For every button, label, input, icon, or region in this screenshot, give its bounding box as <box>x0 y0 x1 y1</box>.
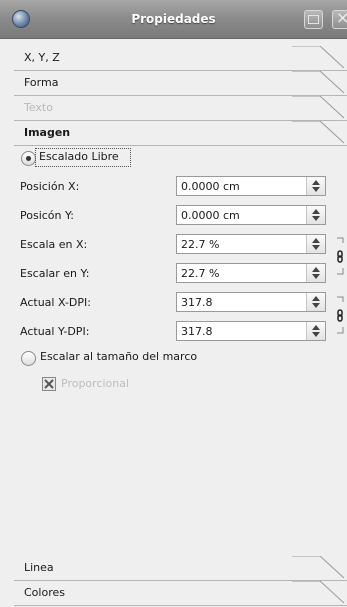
scale-x-value[interactable]: 22.7 % <box>181 238 219 251</box>
section-forma[interactable]: Forma <box>14 71 347 96</box>
section-forma-label: Forma <box>24 76 59 89</box>
pos-x-label: Posición X: <box>20 180 80 193</box>
fold-tab-icon <box>292 121 347 145</box>
spin-arrows-icon[interactable] <box>306 264 325 282</box>
section-xyz-label: X, Y, Z <box>24 51 60 64</box>
proportional-checkbox[interactable] <box>42 377 56 391</box>
dpi-x-label: Actual X-DPI: <box>20 296 91 309</box>
pos-x-value[interactable]: 0.0000 cm <box>181 180 240 193</box>
pos-y-label: Posicón Y: <box>20 209 74 222</box>
section-colores-label: Colores <box>24 586 65 599</box>
dpi-y-spinbox[interactable]: 317.8 <box>176 321 326 341</box>
section-texto: Texto <box>14 96 347 121</box>
dpi-y-label: Actual Y-DPI: <box>20 325 90 338</box>
dpi-y-value[interactable]: 317.8 <box>181 325 213 338</box>
spin-arrows-icon[interactable] <box>306 235 325 253</box>
dpi-x-spinbox[interactable]: 317.8 <box>176 292 326 312</box>
section-imagen[interactable]: Imagen <box>14 121 347 146</box>
section-imagen-label: Imagen <box>24 126 71 139</box>
free-scaling-label[interactable]: Escalado Libre <box>39 150 119 163</box>
spin-arrows-icon[interactable] <box>306 293 325 311</box>
scale-x-spinbox[interactable]: 22.7 % <box>176 234 326 254</box>
spin-arrows-icon[interactable] <box>306 177 325 195</box>
scale-y-value[interactable]: 22.7 % <box>181 267 219 280</box>
fold-tab-icon <box>292 71 347 95</box>
free-scaling-radio[interactable] <box>21 151 36 166</box>
pos-y-value[interactable]: 0.0000 cm <box>181 209 240 222</box>
fold-tab-icon <box>292 96 347 120</box>
spin-arrows-icon[interactable] <box>306 206 325 224</box>
scale-y-spinbox[interactable]: 22.7 % <box>176 263 326 283</box>
dpi-chain-link-icon[interactable] <box>334 296 346 334</box>
scale-x-label: Escala en X: <box>20 238 88 251</box>
frame-scaling-label[interactable]: Escalar al tamaño del marco <box>40 350 197 363</box>
spin-arrows-icon[interactable] <box>306 322 325 340</box>
section-linea-label: Linea <box>24 561 54 574</box>
pos-y-spinbox[interactable]: 0.0000 cm <box>176 205 326 225</box>
section-colores[interactable]: Colores <box>14 581 347 606</box>
proportional-label: Proporcional <box>61 377 130 390</box>
fold-tab-icon <box>292 46 347 70</box>
shade-button[interactable] <box>304 10 323 29</box>
section-texto-label: Texto <box>24 101 53 114</box>
fold-tab-icon <box>292 556 347 580</box>
close-button[interactable] <box>332 8 347 29</box>
pos-x-spinbox[interactable]: 0.0000 cm <box>176 176 326 196</box>
section-linea[interactable]: Linea <box>14 556 347 581</box>
dpi-x-value[interactable]: 317.8 <box>181 296 213 309</box>
fold-tab-icon <box>292 581 347 605</box>
section-xyz[interactable]: X, Y, Z <box>14 46 347 71</box>
frame-scaling-radio[interactable] <box>21 351 36 366</box>
scale-chain-link-icon[interactable] <box>334 237 346 275</box>
scale-y-label: Escalar en Y: <box>20 267 90 280</box>
window-title: Propiedades <box>131 12 216 26</box>
title-bar[interactable]: Propiedades <box>0 0 347 39</box>
